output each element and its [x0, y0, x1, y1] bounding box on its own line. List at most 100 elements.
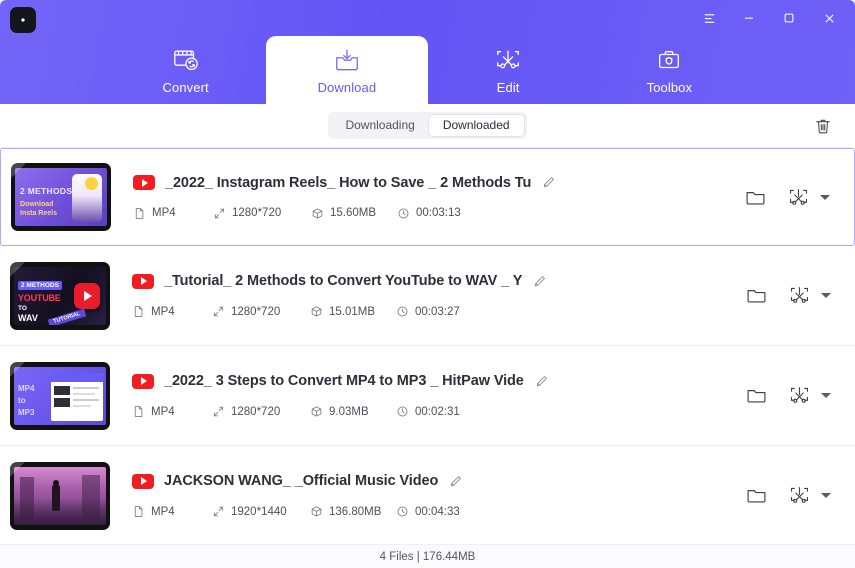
- row-title-line: JACKSON WANG_ _Official Music Video: [132, 473, 745, 489]
- menu-button[interactable]: [689, 1, 729, 35]
- clock-icon: [396, 305, 409, 318]
- video-thumbnail: 2 METHODS YOUTUBE TO WAV TUTORIAL: [10, 261, 110, 330]
- meta-format: MP4: [132, 505, 212, 518]
- meta-resolution: 1280*720: [213, 207, 311, 220]
- meta-resolution-value: 1920*1440: [231, 505, 287, 518]
- meta-resolution: 1920*1440: [212, 505, 310, 518]
- table-row[interactable]: 2 METHODS YOUTUBE TO WAV TUTORIAL _Tutorial_…: [0, 246, 855, 346]
- meta-size: 9.03MB: [310, 405, 396, 418]
- chevron-down-icon: [821, 393, 831, 398]
- meta-resolution: 1280*720: [212, 305, 310, 318]
- meta-resolution-value: 1280*720: [232, 207, 282, 219]
- chevron-down-icon: [821, 493, 831, 498]
- video-title: JACKSON WANG_ _Official Music Video: [164, 473, 439, 489]
- pencil-icon[interactable]: [448, 474, 463, 489]
- tab-download[interactable]: Download: [266, 36, 428, 104]
- segment-downloading[interactable]: Downloading: [331, 115, 428, 136]
- application-window: Convert Download Edit Toolbox Downloadin…: [0, 0, 855, 568]
- maximize-icon: [784, 13, 794, 23]
- row-content: _2022_ Instagram Reels_ How to Save _ 2 …: [111, 175, 744, 220]
- tab-edit[interactable]: Edit: [428, 36, 589, 104]
- meta-duration-value: 00:02:31: [415, 405, 460, 418]
- close-button[interactable]: [809, 1, 849, 35]
- clock-icon: [396, 505, 409, 518]
- meta-size-value: 136.80MB: [329, 505, 382, 518]
- hamburger-icon: [704, 13, 714, 23]
- minimize-icon: [745, 17, 753, 19]
- close-icon: [824, 13, 834, 23]
- row-content: _2022_ 3 Steps to Convert MP4 to MP3 _ H…: [110, 373, 745, 418]
- open-folder-button[interactable]: [745, 384, 768, 407]
- maximize-button[interactable]: [769, 1, 809, 35]
- app-logo: [10, 7, 36, 33]
- file-icon: [133, 207, 146, 220]
- youtube-icon: [132, 473, 154, 489]
- row-metadata: MP4 1280*720: [132, 405, 745, 418]
- open-folder-button[interactable]: [745, 284, 768, 307]
- meta-resolution: 1280*720: [212, 405, 310, 418]
- meta-duration: 00:03:27: [396, 305, 476, 318]
- tab-toolbox-label: Toolbox: [646, 79, 693, 95]
- row-title-line: _2022_ Instagram Reels_ How to Save _ 2 …: [133, 175, 744, 191]
- tab-convert[interactable]: Convert: [105, 36, 266, 104]
- minimize-button[interactable]: [729, 1, 769, 35]
- file-icon: [132, 305, 145, 318]
- row-title-line: _2022_ 3 Steps to Convert MP4 to MP3 _ H…: [132, 373, 745, 389]
- row-metadata: MP4 1280*720: [132, 305, 745, 318]
- file-icon: [132, 405, 145, 418]
- meta-size: 15.01MB: [310, 305, 396, 318]
- chevron-down-icon: [821, 293, 831, 298]
- pencil-icon[interactable]: [534, 374, 549, 389]
- trash-icon: [816, 119, 830, 133]
- pencil-icon[interactable]: [541, 175, 556, 190]
- edit-video-button[interactable]: [788, 384, 811, 407]
- row-actions: [745, 484, 839, 507]
- open-folder-button[interactable]: [745, 484, 768, 507]
- meta-format-value: MP4: [151, 305, 175, 318]
- segment-downloaded[interactable]: Downloaded: [428, 115, 524, 136]
- row-actions: [744, 186, 838, 209]
- video-title: _2022_ 3 Steps to Convert MP4 to MP3 _ H…: [164, 373, 524, 389]
- status-segmented-control: Downloading Downloaded: [328, 112, 527, 139]
- tab-convert-label: Convert: [162, 79, 209, 95]
- pencil-icon[interactable]: [532, 274, 547, 289]
- table-row[interactable]: JACKSON WANG_ _Official Music Video MP4 …: [0, 446, 855, 544]
- youtube-icon: [133, 175, 155, 190]
- title-bar: Convert Download Edit Toolbox: [0, 0, 855, 104]
- video-thumbnail: [10, 461, 110, 530]
- meta-format-value: MP4: [151, 505, 175, 518]
- convert-icon: [171, 46, 201, 76]
- window-controls: [689, 0, 849, 36]
- meta-size: 136.80MB: [310, 505, 396, 518]
- meta-resolution-value: 1280*720: [231, 405, 281, 418]
- table-row[interactable]: 2 METHODS Download Insta Reels _2022_ Inst…: [0, 148, 855, 246]
- row-metadata: MP4 1920*1440 136.80MB 00:04:33: [132, 505, 745, 518]
- main-tab-bar: Convert Download Edit Toolbox: [0, 36, 855, 104]
- video-title: _2022_ Instagram Reels_ How to Save _ 2 …: [165, 174, 532, 191]
- tab-edit-label: Edit: [496, 79, 520, 95]
- row-content: _Tutorial_ 2 Methods to Convert YouTube …: [110, 273, 745, 318]
- meta-format: MP4: [133, 207, 213, 220]
- meta-duration-value: 00:04:33: [415, 505, 460, 518]
- table-row[interactable]: MP4 to MP3 _2022_ 3 Steps to Convert MP4 t…: [0, 346, 855, 446]
- meta-size-value: 9.03MB: [329, 405, 369, 418]
- open-folder-button[interactable]: [744, 186, 767, 209]
- video-thumbnail: 2 METHODS Download Insta Reels: [11, 163, 111, 231]
- row-actions: [745, 284, 839, 307]
- downloaded-files-list[interactable]: 2 METHODS Download Insta Reels _2022_ Inst…: [0, 148, 855, 544]
- resize-icon: [212, 305, 225, 318]
- edit-video-button[interactable]: [787, 186, 810, 209]
- meta-duration: 00:03:13: [397, 207, 477, 220]
- file-count-status: 4 Files | 176.44MB: [379, 550, 476, 563]
- row-content: JACKSON WANG_ _Official Music Video MP4 …: [110, 473, 745, 518]
- delete-all-button[interactable]: [811, 114, 835, 138]
- edit-video-button[interactable]: [788, 284, 811, 307]
- chevron-down-icon: [820, 194, 830, 200]
- tab-toolbox[interactable]: Toolbox: [589, 36, 750, 104]
- edit-video-button[interactable]: [788, 484, 811, 507]
- resize-icon: [212, 405, 225, 418]
- meta-resolution-value: 1280*720: [231, 305, 281, 318]
- hitpaw-logo-icon: [16, 13, 30, 27]
- file-icon: [132, 505, 145, 518]
- tab-download-label: Download: [317, 79, 377, 95]
